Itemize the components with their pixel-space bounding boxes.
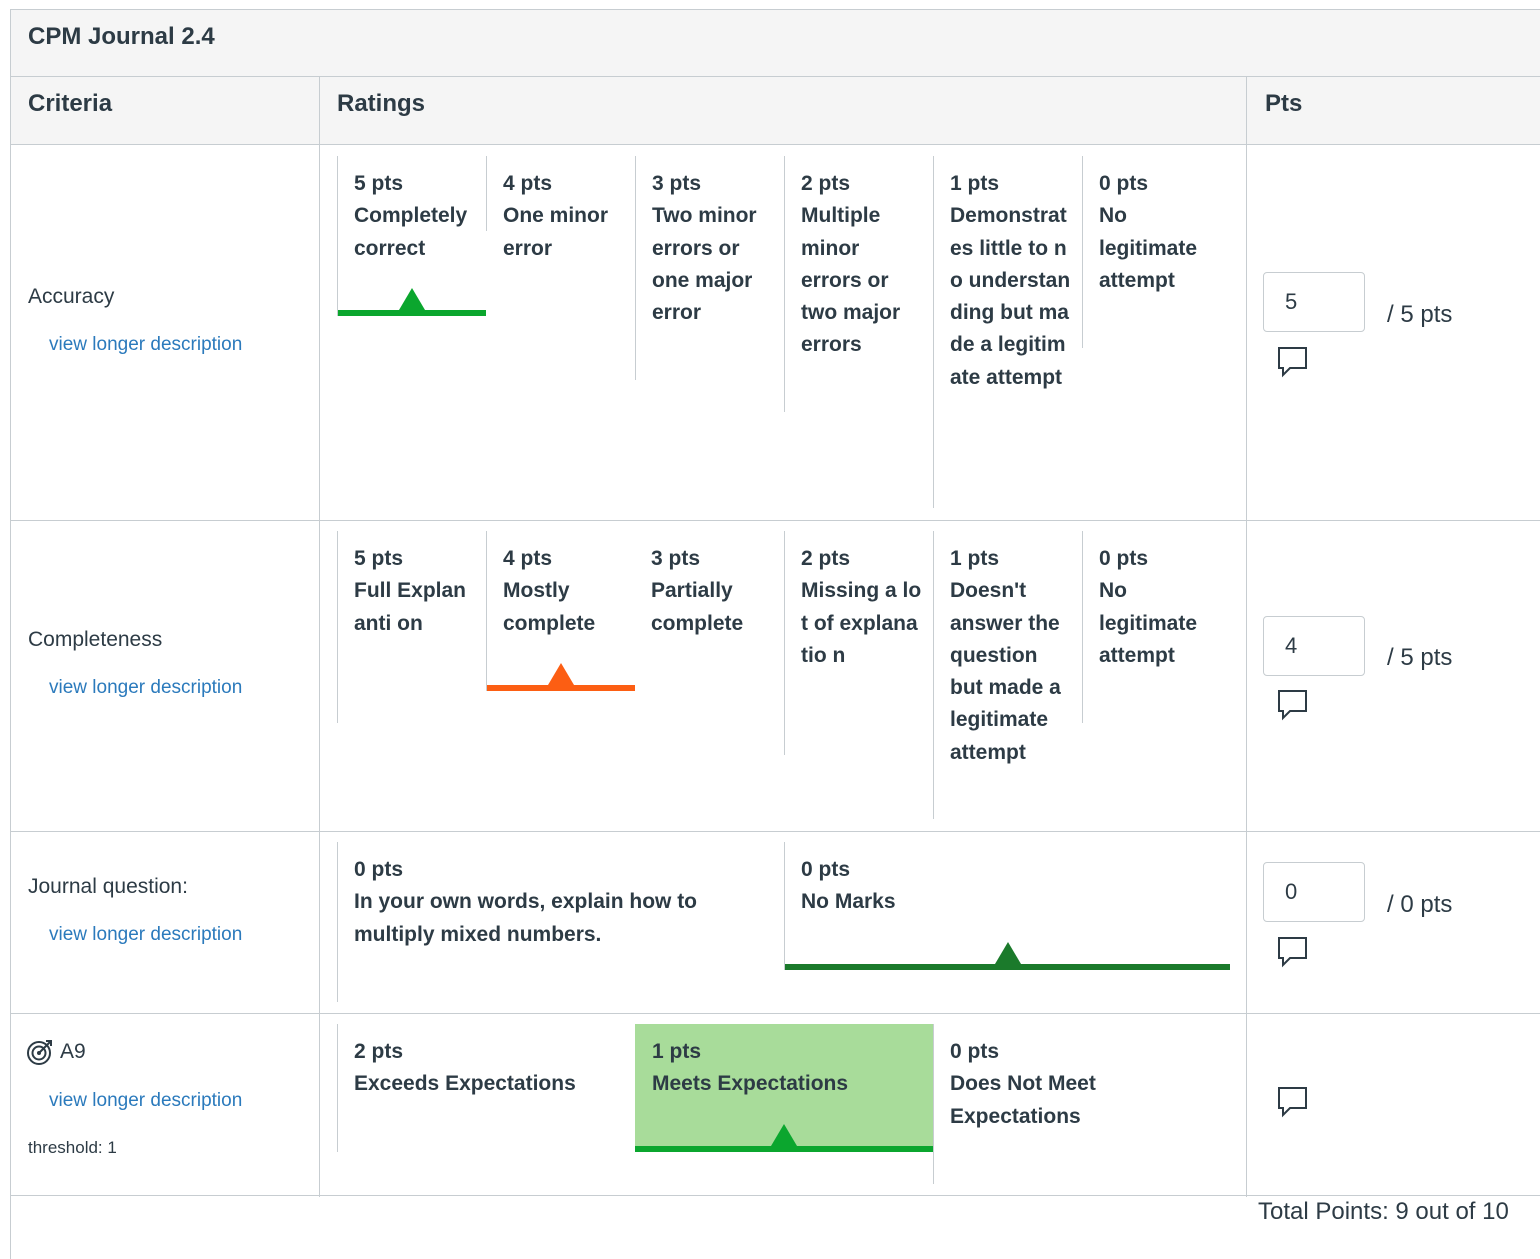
- rating-description: Full Explananti on: [354, 579, 467, 635]
- rating-a9-1[interactable]: 1 pts Meets Expectations: [635, 1024, 933, 1152]
- rating-description: Demonstrates little to no understanding …: [950, 204, 1071, 389]
- row-divider: [11, 831, 1540, 832]
- rating-accuracy-4[interactable]: 4 pts One minor error: [486, 156, 635, 260]
- rating-description: Doesn't answer the question but made a l…: [950, 579, 1061, 764]
- points-possible: / 5 pts: [1387, 644, 1453, 671]
- selected-indicator-bar: [487, 685, 635, 691]
- points-input-completeness[interactable]: [1263, 616, 1365, 676]
- selected-indicator-bar: [338, 310, 486, 316]
- rating-accuracy-2[interactable]: 2 pts Multiple minor errors or two major…: [784, 156, 933, 412]
- points-possible: / 0 pts: [1387, 891, 1453, 918]
- selected-indicator-bar: [635, 1146, 933, 1152]
- rating-points: 4 pts: [503, 547, 553, 570]
- rating-journal-0a[interactable]: 0 pts In your own words, explain how to …: [337, 842, 784, 1002]
- rating-a9-0[interactable]: 0 pts Does Not Meet Expectations: [933, 1024, 1231, 1184]
- rating-points: 3 pts: [652, 172, 702, 195]
- rating-accuracy-5[interactable]: 5 pts Completely correct: [337, 156, 486, 316]
- rating-description: Does Not Meet Expectations: [950, 1072, 1096, 1128]
- rating-points: 0 pts: [950, 1040, 1000, 1063]
- column-divider: [1246, 77, 1247, 1197]
- rating-completeness-0[interactable]: 0 pts No legitimate attempt: [1082, 531, 1231, 723]
- view-longer-description-link[interactable]: view longer description: [49, 334, 242, 356]
- row-divider: [11, 1013, 1540, 1014]
- points-input-accuracy[interactable]: [1263, 272, 1365, 332]
- rubric-header-row: Criteria Ratings Pts: [11, 77, 1540, 145]
- ratings-header: Ratings: [337, 90, 426, 117]
- rating-points: 5 pts: [354, 547, 404, 570]
- rating-description: Exceeds Expectations: [354, 1072, 576, 1096]
- rating-description: Meets Expectations: [652, 1072, 849, 1096]
- rating-completeness-1[interactable]: 1 pts Doesn't answer the question but ma…: [933, 531, 1082, 819]
- rating-description: Missing a lot of explanatio n: [801, 579, 922, 667]
- rating-a9-2[interactable]: 2 pts Exceeds Expectations: [337, 1024, 635, 1152]
- view-longer-description-link[interactable]: view longer description: [49, 677, 242, 699]
- selected-indicator-triangle: [399, 288, 425, 310]
- rating-points: 0 pts: [801, 858, 851, 881]
- criterion-name-journal-question: Journal question:: [28, 875, 188, 898]
- view-longer-description-link[interactable]: view longer description: [49, 924, 242, 946]
- rating-description: Mostly complete: [503, 579, 596, 635]
- rating-description: In your own words, explain how to multip…: [354, 890, 698, 946]
- comment-bubble-icon[interactable]: [1277, 346, 1309, 380]
- row-divider: [11, 520, 1540, 521]
- rating-completeness-2[interactable]: 2 pts Missing a lot of explanatio n: [784, 531, 933, 755]
- comment-bubble-icon[interactable]: [1277, 936, 1309, 970]
- selected-indicator-triangle: [771, 1124, 797, 1146]
- criterion-name-accuracy: Accuracy: [28, 285, 115, 308]
- rating-points: 0 pts: [1099, 172, 1149, 195]
- rating-points: 1 pts: [950, 547, 1000, 570]
- comment-bubble-icon[interactable]: [1277, 1086, 1309, 1120]
- rating-points: 2 pts: [801, 547, 851, 570]
- column-divider: [319, 77, 320, 1197]
- rating-description: One minor error: [503, 204, 609, 260]
- rating-description: No Marks: [801, 890, 896, 914]
- selected-indicator-bar: [785, 964, 1230, 970]
- rating-points: 1 pts: [652, 1040, 702, 1063]
- rubric-table: CPM Journal 2.4 Criteria Ratings Pts Acc…: [10, 9, 1540, 1259]
- rating-points: 2 pts: [354, 1040, 404, 1063]
- points-input-journal-question[interactable]: [1263, 862, 1365, 922]
- rating-completeness-3[interactable]: 3 pts Partially complete: [635, 531, 784, 691]
- selected-indicator-triangle: [548, 663, 574, 685]
- rating-points: 0 pts: [1099, 547, 1149, 570]
- rating-completeness-4[interactable]: 4 pts Mostly complete: [486, 531, 635, 691]
- rating-points: 4 pts: [503, 172, 553, 195]
- rubric-title-bar: CPM Journal 2.4: [11, 10, 1540, 77]
- rating-description: No legitimate attempt: [1099, 204, 1198, 292]
- selected-indicator-triangle: [995, 942, 1021, 964]
- outcome-target-icon: [27, 1040, 52, 1065]
- total-points: Total Points: 9 out of 10: [1258, 1198, 1509, 1225]
- criterion-name-a9: A9: [60, 1040, 86, 1063]
- rating-accuracy-0[interactable]: 0 pts No legitimate attempt: [1082, 156, 1231, 348]
- rating-accuracy-1[interactable]: 1 pts Demonstrates little to no understa…: [933, 156, 1082, 508]
- mastery-threshold: threshold: 1: [28, 1138, 117, 1157]
- criteria-header: Criteria: [28, 90, 113, 117]
- rating-description: Two minor errors or one major error: [652, 204, 757, 325]
- criterion-name-completeness: Completeness: [28, 628, 163, 651]
- rating-points: 1 pts: [950, 172, 1000, 195]
- view-longer-description-link[interactable]: view longer description: [49, 1090, 242, 1112]
- rating-points: 0 pts: [354, 858, 404, 881]
- rating-description: No legitimate attempt: [1099, 579, 1198, 667]
- pts-header: Pts: [1265, 90, 1303, 117]
- rating-points: 3 pts: [651, 547, 701, 570]
- row-divider: [11, 1195, 1540, 1196]
- comment-bubble-icon[interactable]: [1277, 689, 1309, 723]
- rating-accuracy-3[interactable]: 3 pts Two minor errors or one major erro…: [635, 156, 784, 380]
- rating-description: Completely correct: [354, 204, 468, 260]
- rating-completeness-5[interactable]: 5 pts Full Explananti on: [337, 531, 486, 723]
- rating-points: 5 pts: [354, 172, 404, 195]
- rating-description: Partially complete: [651, 579, 744, 635]
- rating-journal-0b[interactable]: 0 pts No Marks: [784, 842, 1230, 970]
- rating-points: 2 pts: [801, 172, 851, 195]
- rating-description: Multiple minor errors or two major error…: [801, 204, 901, 357]
- rubric-title: CPM Journal 2.4: [28, 23, 215, 50]
- points-possible: / 5 pts: [1387, 301, 1453, 328]
